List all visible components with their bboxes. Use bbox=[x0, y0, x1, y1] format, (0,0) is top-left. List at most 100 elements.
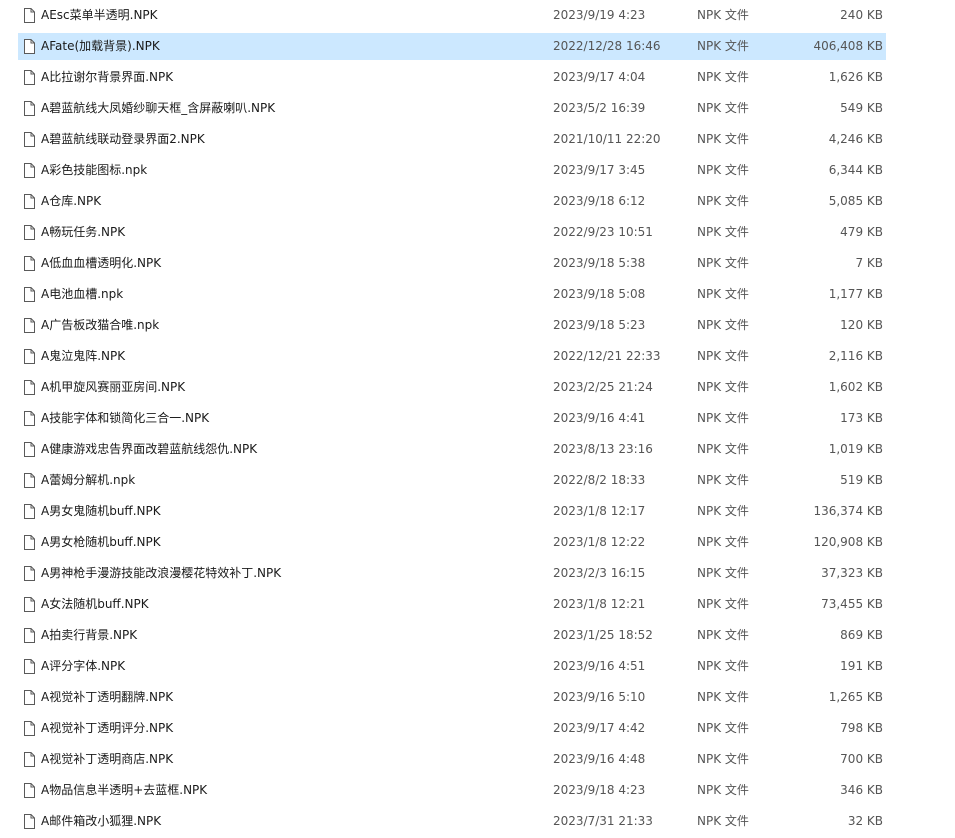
file-name: A碧蓝航线大凤婚纱聊天框_含屏蔽喇叭.NPK bbox=[41, 101, 276, 115]
file-name: A机甲旋风赛丽亚房间.NPK bbox=[41, 380, 186, 394]
file-row[interactable]: A技能字体和锁简化三合一.NPK 2023/9/16 4:41 NPK 文件 1… bbox=[18, 405, 886, 432]
file-size: 346 KB bbox=[840, 783, 883, 797]
document-icon bbox=[24, 566, 35, 581]
file-size: 240 KB bbox=[840, 8, 883, 22]
file-type: NPK 文件 bbox=[697, 70, 749, 84]
file-type: NPK 文件 bbox=[697, 163, 749, 177]
file-size: 32 KB bbox=[847, 814, 883, 828]
file-modified-date: 2022/12/28 16:46 bbox=[553, 39, 661, 53]
file-type: NPK 文件 bbox=[697, 287, 749, 301]
file-type: NPK 文件 bbox=[697, 659, 749, 673]
file-name: A比拉谢尔背景界面.NPK bbox=[41, 70, 174, 84]
file-size: 7 KB bbox=[855, 256, 883, 270]
file-row[interactable]: A机甲旋风赛丽亚房间.NPK 2023/2/25 21:24 NPK 文件 1,… bbox=[18, 374, 886, 401]
file-size: 136,374 KB bbox=[813, 504, 883, 518]
document-icon bbox=[24, 783, 35, 798]
document-icon bbox=[24, 101, 35, 116]
file-type: NPK 文件 bbox=[697, 256, 749, 270]
file-type: NPK 文件 bbox=[697, 380, 749, 394]
file-row[interactable]: A邮件箱改小狐狸.NPK 2023/7/31 21:33 NPK 文件 32 K… bbox=[18, 808, 886, 835]
document-icon bbox=[24, 628, 35, 643]
file-row[interactable]: A广告板改猫合唯.npk 2023/9/18 5:23 NPK 文件 120 K… bbox=[18, 312, 886, 339]
file-modified-date: 2023/9/19 4:23 bbox=[553, 8, 646, 22]
document-icon bbox=[24, 814, 35, 829]
document-icon bbox=[24, 287, 35, 302]
document-icon bbox=[24, 318, 35, 333]
file-name: A视觉补丁透明商店.NPK bbox=[41, 752, 174, 766]
file-name: AEsc菜单半透明.NPK bbox=[41, 8, 158, 22]
file-size: 1,265 KB bbox=[828, 690, 883, 704]
file-type: NPK 文件 bbox=[697, 194, 749, 208]
file-name: A健康游戏忠告界面改碧蓝航线怨仇.NPK bbox=[41, 442, 258, 456]
file-name: A男女枪随机buff.NPK bbox=[41, 535, 161, 549]
document-icon bbox=[24, 349, 35, 364]
file-type: NPK 文件 bbox=[697, 411, 749, 425]
file-row[interactable]: A视觉补丁透明商店.NPK 2023/9/16 4:48 NPK 文件 700 … bbox=[18, 746, 886, 773]
file-row[interactable]: A健康游戏忠告界面改碧蓝航线怨仇.NPK 2023/8/13 23:16 NPK… bbox=[18, 436, 886, 463]
file-type: NPK 文件 bbox=[697, 504, 749, 518]
file-row[interactable]: A男女枪随机buff.NPK 2023/1/8 12:22 NPK 文件 120… bbox=[18, 529, 886, 556]
file-row[interactable]: A男神枪手漫游技能改浪漫樱花特效补丁.NPK 2023/2/3 16:15 NP… bbox=[18, 560, 886, 587]
file-row[interactable]: A畅玩任务.NPK 2022/9/23 10:51 NPK 文件 479 KB bbox=[18, 219, 886, 246]
file-row[interactable]: AEsc菜单半透明.NPK 2023/9/19 4:23 NPK 文件 240 … bbox=[18, 2, 886, 29]
file-row[interactable]: A碧蓝航线大凤婚纱聊天框_含屏蔽喇叭.NPK 2023/5/2 16:39 NP… bbox=[18, 95, 886, 122]
file-name: A女法随机buff.NPK bbox=[41, 597, 149, 611]
file-row[interactable]: A视觉补丁透明评分.NPK 2023/9/17 4:42 NPK 文件 798 … bbox=[18, 715, 886, 742]
file-name: A彩色技能图标.npk bbox=[41, 163, 148, 177]
file-size: 1,626 KB bbox=[828, 70, 883, 84]
file-type: NPK 文件 bbox=[697, 783, 749, 797]
file-row[interactable]: A视觉补丁透明翻牌.NPK 2023/9/16 5:10 NPK 文件 1,26… bbox=[18, 684, 886, 711]
file-row[interactable]: A低血血槽透明化.NPK 2023/9/18 5:38 NPK 文件 7 KB bbox=[18, 250, 886, 277]
file-row[interactable]: A女法随机buff.NPK 2023/1/8 12:21 NPK 文件 73,4… bbox=[18, 591, 886, 618]
file-name: A物品信息半透明+去蓝框.NPK bbox=[41, 783, 208, 797]
file-size: 798 KB bbox=[840, 721, 883, 735]
file-row[interactable]: A评分字体.NPK 2023/9/16 4:51 NPK 文件 191 KB bbox=[18, 653, 886, 680]
file-modified-date: 2023/5/2 16:39 bbox=[553, 101, 646, 115]
file-type: NPK 文件 bbox=[697, 721, 749, 735]
file-type: NPK 文件 bbox=[697, 101, 749, 115]
file-size: 4,246 KB bbox=[828, 132, 883, 146]
file-row[interactable]: A碧蓝航线联动登录界面2.NPK 2021/10/11 22:20 NPK 文件… bbox=[18, 126, 886, 153]
file-type: NPK 文件 bbox=[697, 442, 749, 456]
file-size: 700 KB bbox=[840, 752, 883, 766]
file-type: NPK 文件 bbox=[697, 752, 749, 766]
file-type: NPK 文件 bbox=[697, 8, 749, 22]
file-name: A男女鬼随机buff.NPK bbox=[41, 504, 161, 518]
file-type: NPK 文件 bbox=[697, 318, 749, 332]
file-row[interactable]: A蕾姆分解机.npk 2022/8/2 18:33 NPK 文件 519 KB bbox=[18, 467, 886, 494]
file-row[interactable]: A彩色技能图标.npk 2023/9/17 3:45 NPK 文件 6,344 … bbox=[18, 157, 886, 184]
file-row[interactable]: A鬼泣鬼阵.NPK 2022/12/21 22:33 NPK 文件 2,116 … bbox=[18, 343, 886, 370]
file-row[interactable]: A物品信息半透明+去蓝框.NPK 2023/9/18 4:23 NPK 文件 3… bbox=[18, 777, 886, 804]
file-row[interactable]: AFate(加载背景).NPK 2022/12/28 16:46 NPK 文件 … bbox=[18, 33, 886, 60]
file-row[interactable]: A电池血槽.npk 2023/9/18 5:08 NPK 文件 1,177 KB bbox=[18, 281, 886, 308]
file-name: AFate(加载背景).NPK bbox=[41, 39, 160, 53]
file-size: 406,408 KB bbox=[813, 39, 883, 53]
file-modified-date: 2022/9/23 10:51 bbox=[553, 225, 653, 239]
file-size: 37,323 KB bbox=[821, 566, 883, 580]
file-name: A拍卖行背景.NPK bbox=[41, 628, 138, 642]
file-modified-date: 2022/12/21 22:33 bbox=[553, 349, 661, 363]
file-size: 2,116 KB bbox=[828, 349, 883, 363]
file-size: 519 KB bbox=[840, 473, 883, 487]
file-size: 1,177 KB bbox=[828, 287, 883, 301]
document-icon bbox=[24, 442, 35, 457]
file-row[interactable]: A比拉谢尔背景界面.NPK 2023/9/17 4:04 NPK 文件 1,62… bbox=[18, 64, 886, 91]
file-type: NPK 文件 bbox=[697, 814, 749, 828]
file-row[interactable]: A仓库.NPK 2023/9/18 6:12 NPK 文件 5,085 KB bbox=[18, 188, 886, 215]
document-icon bbox=[24, 39, 35, 54]
file-modified-date: 2023/9/16 4:48 bbox=[553, 752, 646, 766]
file-type: NPK 文件 bbox=[697, 349, 749, 363]
document-icon bbox=[24, 721, 35, 736]
file-size: 1,019 KB bbox=[828, 442, 883, 456]
file-type: NPK 文件 bbox=[697, 566, 749, 580]
file-modified-date: 2023/9/18 5:23 bbox=[553, 318, 646, 332]
file-size: 173 KB bbox=[840, 411, 883, 425]
document-icon bbox=[24, 132, 35, 147]
file-modified-date: 2023/9/16 4:51 bbox=[553, 659, 646, 673]
file-row[interactable]: A男女鬼随机buff.NPK 2023/1/8 12:17 NPK 文件 136… bbox=[18, 498, 886, 525]
file-size: 6,344 KB bbox=[828, 163, 883, 177]
file-row[interactable]: A拍卖行背景.NPK 2023/1/25 18:52 NPK 文件 869 KB bbox=[18, 622, 886, 649]
file-size: 5,085 KB bbox=[828, 194, 883, 208]
document-icon bbox=[24, 473, 35, 488]
file-size: 73,455 KB bbox=[821, 597, 883, 611]
